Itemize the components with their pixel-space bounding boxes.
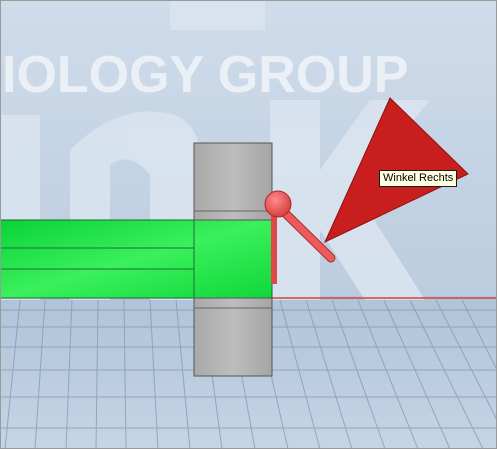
watermark-text: IOLOGY GROUP xyxy=(2,46,408,104)
sensor-ball-icon[interactable] xyxy=(264,190,292,218)
3d-viewport[interactable]: IOLOGY GROUP Winkel Rechts xyxy=(0,0,497,449)
tooltip: Winkel Rechts xyxy=(379,170,458,187)
scene-canvas[interactable]: IOLOGY GROUP xyxy=(0,0,497,449)
green-workpiece[interactable] xyxy=(0,219,273,299)
